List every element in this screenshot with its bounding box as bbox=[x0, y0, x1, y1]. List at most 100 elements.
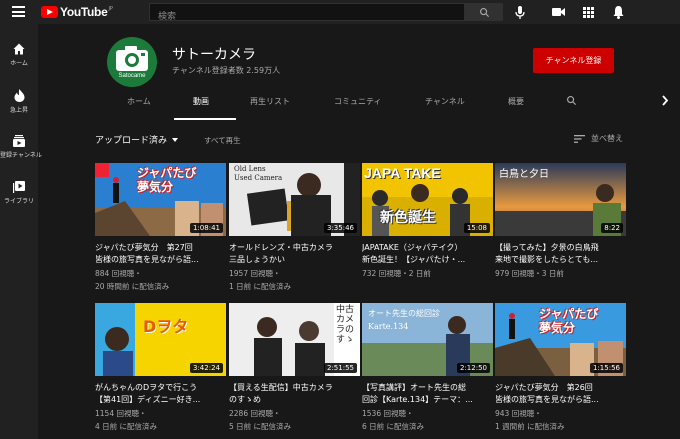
video-title-line: 【買える生配信】中古カメラ bbox=[229, 383, 333, 392]
video-title-line: のすゝめ bbox=[229, 395, 261, 404]
uploads-label: アップロード済み bbox=[95, 136, 168, 146]
uploads-dropdown[interactable]: アップロード済み bbox=[95, 133, 179, 146]
search-box bbox=[149, 3, 465, 25]
video-duration: 3:35:46 bbox=[324, 223, 357, 233]
video-views: 979 回視聴・3 日前 bbox=[495, 269, 564, 278]
thumbnail-text: ジャパたび 夢気分 bbox=[539, 307, 599, 335]
video-thumbnail[interactable]: Dヲタ 3:42:24 bbox=[95, 303, 226, 376]
video-title[interactable]: がんちゃんのDヲタで行こう 【第41回】ディズニー好き... bbox=[95, 382, 226, 406]
chevron-right-icon[interactable] bbox=[661, 95, 669, 106]
video-views: 1957 回視聴・ bbox=[229, 269, 281, 278]
subscribe-button[interactable]: チャンネル登録 bbox=[533, 48, 614, 73]
sidebar: ホーム 急上昇 登録チャンネル ライブラリ bbox=[0, 24, 42, 439]
channel-tabs: ホーム 動画 再生リスト コミュニティ チャンネル 概要 bbox=[38, 88, 680, 121]
sidebar-item-trending[interactable]: 急上昇 bbox=[0, 89, 38, 114]
video-thumbnail[interactable]: オート先生の総回診 Karte.134 2:12:50 bbox=[362, 303, 493, 376]
video-thumbnail[interactable]: ジャパたび 夢気分 1:15:56 bbox=[495, 303, 626, 376]
video-thumbnail[interactable]: Old Lens Used Camera 3:35:46 bbox=[229, 163, 360, 236]
sidebar-item-home[interactable]: ホーム bbox=[0, 43, 38, 67]
sidebar-item-label: ライブラリ bbox=[3, 198, 34, 205]
sort-button[interactable]: 並べ替え bbox=[574, 133, 623, 144]
video-title-line: 【撮ってみた】夕景の白鳥飛 bbox=[495, 243, 599, 252]
video-views: 884 回視聴・ bbox=[95, 269, 142, 278]
video-title-line: 皆様の旅写真を見ながら語... bbox=[95, 255, 199, 264]
sort-icon bbox=[574, 134, 585, 143]
video-thumbnail[interactable]: JAPA TAKE 新色誕生 15:08 bbox=[362, 163, 493, 236]
video-title-line: 来地で撮影をしたらとても... bbox=[495, 255, 598, 264]
library-icon bbox=[13, 181, 25, 193]
video-duration: 3:42:24 bbox=[190, 363, 223, 373]
video-title-line: 皆様の旅写真を見ながら語... bbox=[495, 395, 599, 404]
video-time: 6 日前 に配信済み bbox=[362, 422, 425, 431]
trending-icon bbox=[14, 89, 24, 102]
youtube-logo[interactable]: YouTube JP bbox=[41, 5, 113, 19]
top-bar: YouTube JP bbox=[0, 0, 680, 25]
sidebar-item-library[interactable]: ライブラリ bbox=[0, 181, 38, 205]
tab-home[interactable]: ホーム bbox=[127, 96, 151, 107]
video-title[interactable]: 【買える生配信】中古カメラ のすゝめ bbox=[229, 382, 360, 406]
video-time: 5 日前 に配信済み bbox=[229, 422, 292, 431]
video-title-line: 【第41回】ディズニー好き... bbox=[95, 395, 201, 404]
video-title[interactable]: JAPATAKE（ジャパテイク） 新色誕生！【ジャパたけ・... bbox=[362, 242, 493, 266]
thumbnail-text: 新色誕生 bbox=[380, 210, 436, 226]
active-tab-indicator bbox=[174, 118, 236, 120]
video-title-line: ジャパたび夢気分 第27回 bbox=[95, 243, 193, 252]
video-duration: 1:15:56 bbox=[590, 363, 623, 373]
video-duration: 2:51:55 bbox=[324, 363, 357, 373]
video-views: 1154 回視聴・ bbox=[95, 409, 147, 418]
video-views: 1536 回視聴・ bbox=[362, 409, 414, 418]
tab-about[interactable]: 概要 bbox=[508, 96, 524, 107]
chevron-down-icon bbox=[172, 137, 179, 142]
sidebar-item-subscriptions[interactable]: 登録チャンネル bbox=[0, 135, 42, 159]
thumbnail-text: 中古カメラのすゝ bbox=[336, 305, 355, 345]
video-title[interactable]: ジャパたび夢気分 第26回 皆様の旅写真を見ながら語... bbox=[495, 382, 626, 406]
camera-logo-icon bbox=[116, 46, 148, 71]
video-duration: 8:22 bbox=[601, 223, 623, 233]
tab-channels[interactable]: チャンネル bbox=[425, 96, 465, 107]
search-icon[interactable] bbox=[566, 95, 577, 106]
search-icon bbox=[479, 7, 489, 17]
channel-avatar[interactable]: Satocame bbox=[107, 37, 157, 87]
video-title-line: 【写真講評】オート先生の総 bbox=[362, 383, 466, 392]
notifications-icon[interactable] bbox=[611, 5, 625, 19]
create-video-icon[interactable] bbox=[551, 5, 565, 19]
logo-text: YouTube bbox=[60, 5, 108, 19]
youtube-play-icon bbox=[41, 6, 58, 18]
video-time: 20 時間前 に配信済み bbox=[95, 282, 170, 291]
play-all-button[interactable]: すべて再生 bbox=[204, 135, 241, 146]
subscriptions-icon bbox=[13, 135, 25, 147]
video-views: 2286 回視聴・ bbox=[229, 409, 281, 418]
tab-playlists[interactable]: 再生リスト bbox=[250, 96, 290, 107]
video-title[interactable]: ジャパたび夢気分 第27回 皆様の旅写真を見ながら語... bbox=[95, 242, 226, 266]
search-input[interactable] bbox=[150, 9, 464, 25]
logo-region: JP bbox=[108, 6, 113, 12]
sort-label: 並べ替え bbox=[591, 134, 623, 143]
video-time: 1 日前 に配信済み bbox=[229, 282, 292, 291]
thumbnail-text: Dヲタ bbox=[143, 317, 189, 336]
tab-videos[interactable]: 動画 bbox=[193, 96, 209, 107]
video-title-line: 回診【Karte.134】テーマ：... bbox=[362, 395, 473, 404]
apps-icon[interactable] bbox=[581, 5, 595, 19]
channel-name: サトーカメラ bbox=[172, 47, 256, 63]
video-title[interactable]: 【撮ってみた】夕景の白鳥飛 来地で撮影をしたらとても... bbox=[495, 242, 626, 266]
thumbnail-text: JAPA TAKE bbox=[364, 165, 441, 181]
thumbnail-text: ジャパたび 夢気分 bbox=[137, 166, 197, 194]
video-duration: 2:12:50 bbox=[457, 363, 490, 373]
video-title[interactable]: オールドレンズ・中古カメラ 三品しょうかい bbox=[229, 242, 360, 266]
mic-icon[interactable] bbox=[513, 5, 527, 19]
menu-icon[interactable] bbox=[12, 6, 25, 17]
video-title[interactable]: 【写真講評】オート先生の総 回診【Karte.134】テーマ：... bbox=[362, 382, 493, 406]
filter-bar: アップロード済み すべて再生 並べ替え bbox=[38, 124, 680, 154]
search-button[interactable] bbox=[465, 3, 503, 21]
thumbnail-text: Old Lens Used Camera bbox=[234, 165, 283, 182]
sidebar-item-label: 急上昇 bbox=[9, 107, 28, 114]
video-title-line: 新色誕生！【ジャパたけ・... bbox=[362, 255, 466, 264]
tab-community[interactable]: コミュニティ bbox=[334, 96, 382, 107]
video-thumbnail[interactable]: ジャパたび 夢気分 1:08:41 bbox=[95, 163, 226, 236]
video-thumbnail[interactable]: 中古カメラのすゝ 2:51:55 bbox=[229, 303, 360, 376]
avatar-brand-text: Satocame bbox=[118, 73, 146, 79]
video-thumbnail[interactable]: 白鳥と夕日 8:22 bbox=[495, 163, 626, 236]
subscriber-count: チャンネル登録者数 2.59万人 bbox=[172, 66, 281, 75]
sidebar-item-label: 登録チャンネル bbox=[0, 152, 42, 159]
video-duration: 1:08:41 bbox=[190, 223, 223, 233]
